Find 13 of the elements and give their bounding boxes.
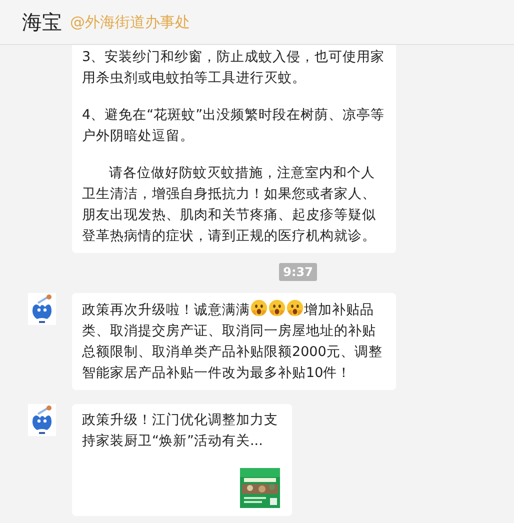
chat-title: 海宝 bbox=[22, 8, 62, 36]
link-title: 政策升级！江门优化调整加力支持家装厨卫“焕新”活动有关... bbox=[82, 411, 279, 451]
emoji-icon bbox=[250, 299, 268, 317]
avatar-icon[interactable] bbox=[28, 404, 56, 436]
emoji-icon bbox=[286, 299, 304, 317]
avatar-icon[interactable] bbox=[28, 293, 56, 325]
emoji-icon bbox=[268, 299, 286, 317]
message-paragraph: 4、避免在“花斑蚊”出没频繁时段在树荫、凉亭等户外阴暗处逗留。 bbox=[82, 106, 386, 146]
timestamp: 9:37 bbox=[279, 263, 317, 281]
message-text: 政策再次升级啦！诚意满满 增加补贴品类、取消提交房产证、取消同一房屋地址的补贴总额限制、取消单类产品补贴限额2000元、调整智能家居产品补贴一件改为最多补贴10件！ bbox=[82, 299, 388, 384]
link-card[interactable]: 政策升级！江门优化调整加力支持家装厨卫“焕新”活动有关... bbox=[72, 404, 292, 516]
message-paragraph: 3、安装纱门和纱窗，防止成蚊入侵，也可使用家用杀虫剂或电蚊拍等工具进行灭蚊。 bbox=[82, 48, 386, 88]
message-paragraph: 请各位做好防蚊灭蚊措施，注意室内和个人卫生清洁，增强自身抵抗力！如果您或者家人、朋友出现发热、肌肉和关节疼痛、起皮疹等疑似登革热病情的症状，请到正规的医疗机构就诊。 bbox=[82, 164, 377, 246]
